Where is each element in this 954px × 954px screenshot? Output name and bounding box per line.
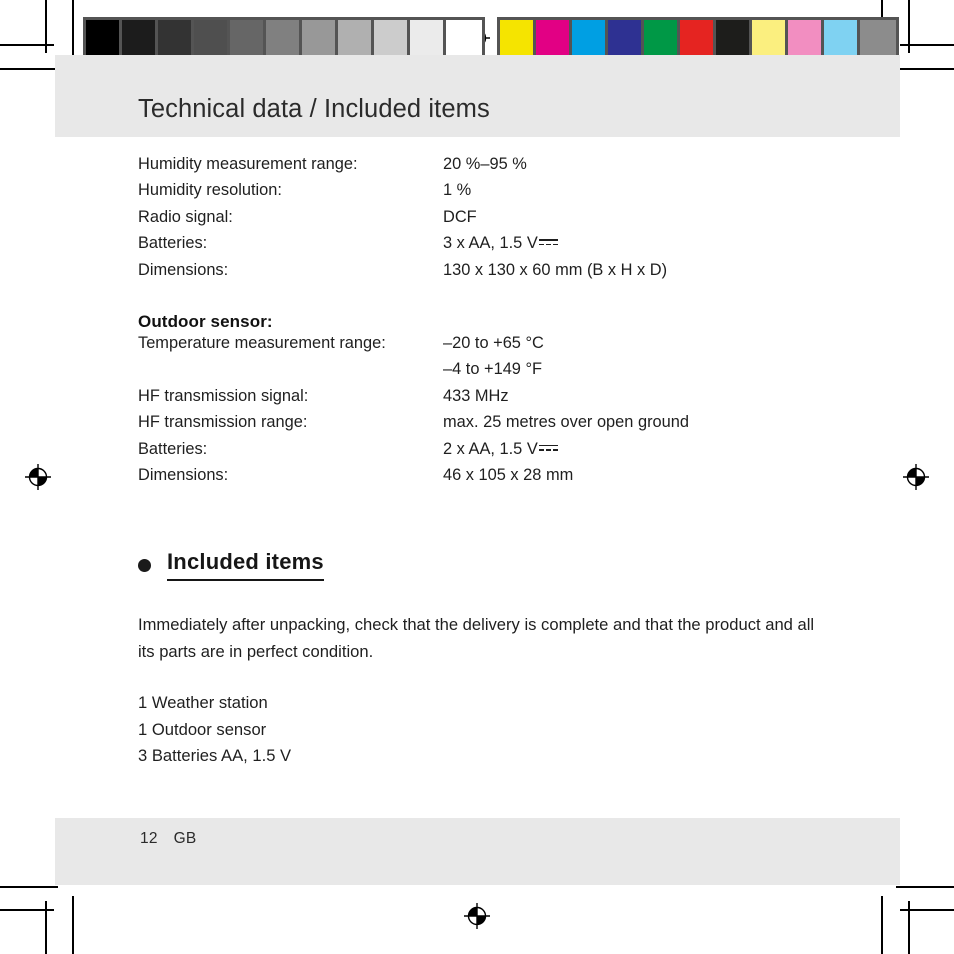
spec-label: HF transmission signal:: [138, 386, 309, 405]
calibration-swatch: [446, 20, 482, 56]
calibration-swatch: [752, 20, 788, 56]
color-calibration-strip: [497, 17, 899, 59]
list-item: 1 Weather station: [138, 693, 268, 713]
crop-mark-bottom-left-inner-v: [72, 896, 74, 954]
footer-band: [55, 818, 900, 885]
spec-label: Radio signal:: [138, 207, 233, 226]
included-items-paragraph: Immediately after unpacking, check that …: [138, 615, 815, 661]
calibration-swatch: [302, 20, 338, 56]
calibration-swatch: [86, 20, 122, 56]
spec-label: Dimensions:: [138, 465, 229, 484]
dc-voltage-symbol-icon: [538, 442, 558, 454]
registration-mark-right: [902, 463, 930, 491]
footer-text: 12 GB: [140, 830, 196, 848]
spec-value: 20 %–95 %: [443, 155, 527, 173]
crop-mark-top-left-inner-v: [72, 0, 74, 58]
calibration-swatch: [410, 20, 446, 56]
spec-value: 3 x AA, 1.5 V: [443, 234, 558, 253]
calibration-swatch: [230, 20, 266, 56]
outdoor-sensor-subheading: Outdoor sensor:: [138, 311, 273, 331]
crop-mark-top-left-outer-h: [0, 44, 54, 46]
crop-mark-bottom-left-outer-h: [0, 909, 54, 911]
spec-label: Batteries:: [138, 439, 208, 458]
crop-mark-bottom-right-outer-h: [900, 909, 954, 911]
spec-value: 46 x 105 x 28 mm: [443, 465, 574, 484]
calibration-swatch: [500, 20, 536, 56]
spec-value: –4 to +149 °F: [443, 360, 543, 379]
spec-row: HF transmission signal: 433 MHz: [138, 387, 838, 413]
calibration-swatch: [536, 20, 572, 56]
spec-value: DCF: [443, 207, 477, 226]
grayscale-calibration-strip: [83, 17, 485, 59]
crop-mark-top-right-outer-h: [900, 44, 954, 46]
spec-row: HF transmission range: max. 25 metres ove…: [138, 413, 838, 439]
calibration-swatch: [680, 20, 716, 56]
bullet-dot-icon: [138, 558, 151, 572]
spec-value: 1 %: [443, 181, 472, 200]
technical-data-main-specs: Humidity measurement range: 20 %–95 % Humi…: [138, 155, 838, 287]
registration-mark-bottom: [463, 902, 491, 930]
spec-label: Temperature measurement range:: [138, 333, 386, 352]
calibration-swatch: [608, 20, 644, 56]
spec-label: Humidity measurement range:: [138, 155, 358, 173]
spec-label: Dimensions:: [138, 260, 229, 279]
crop-mark-top-left-inner-h: [0, 68, 58, 70]
spec-row: –4 to +149 °F: [138, 360, 838, 386]
calibration-swatch: [860, 20, 896, 56]
spec-row: Batteries: 3 x AA, 1.5 V: [138, 234, 838, 260]
calibration-swatch: [158, 20, 194, 56]
calibration-swatch: [266, 20, 302, 56]
dc-voltage-symbol-icon: [538, 236, 558, 248]
spec-row: Humidity resolution: 1 %: [138, 181, 838, 207]
spec-value: 130 x 130 x 60 mm (B x H x D): [443, 260, 668, 279]
spec-label: Humidity resolution:: [138, 181, 282, 200]
spec-row: Batteries: 2 x AA, 1.5 V: [138, 440, 838, 466]
included-items-heading-label: Included items: [167, 549, 324, 582]
crop-mark-bottom-right-inner-h: [896, 886, 954, 888]
page-sheet: Technical data / Included items Humidity…: [55, 55, 900, 885]
spec-row: Radio signal: DCF: [138, 208, 838, 234]
crop-mark-bottom-right-inner-v: [881, 896, 883, 954]
spec-value: –20 to +65 °C: [443, 333, 544, 352]
spec-row: Dimensions: 130 x 130 x 60 mm (B x H x D): [138, 261, 838, 287]
spec-label: Batteries:: [138, 234, 208, 253]
calibration-swatch: [572, 20, 608, 56]
crop-mark-bottom-left-inner-h: [0, 886, 58, 888]
footer-language-code: GB: [173, 830, 197, 847]
calibration-swatch: [788, 20, 824, 56]
technical-data-outdoor-specs: Temperature measurement range: –20 to +65…: [138, 334, 838, 492]
page-title: Technical data / Included items: [138, 95, 490, 123]
spec-value: 2 x AA, 1.5 V: [443, 440, 558, 459]
included-items-list: 1 Weather station 1 Outdoor sensor 3 Batte…: [138, 690, 838, 770]
page-content: Humidity measurement range: 20 %–95 % Humi…: [138, 155, 838, 770]
registration-mark-left: [24, 463, 52, 491]
calibration-swatch: [338, 20, 374, 56]
calibration-swatch: [716, 20, 752, 56]
calibration-swatch: [122, 20, 158, 56]
calibration-swatch: [374, 20, 410, 56]
footer-page-number: 12: [140, 830, 158, 847]
spec-value: max. 25 metres over open ground: [443, 413, 689, 432]
calibration-swatch: [644, 20, 680, 56]
spec-value: 433 MHz: [443, 386, 509, 405]
spec-label: HF transmission range:: [138, 413, 308, 432]
calibration-swatch: [824, 20, 860, 56]
spec-row: Humidity measurement range: 20 %–95 %: [138, 155, 838, 181]
spec-row: Temperature measurement range: –20 to +65…: [138, 334, 838, 360]
list-item: 1 Outdoor sensor: [138, 719, 267, 739]
spec-row: Dimensions: 46 x 105 x 28 mm: [138, 466, 838, 492]
crop-mark-top-right-inner-h: [896, 68, 954, 70]
calibration-swatch: [194, 20, 230, 56]
list-item: 3 Batteries AA, 1.5 V: [138, 746, 292, 766]
included-items-heading: Included items: [138, 549, 838, 582]
